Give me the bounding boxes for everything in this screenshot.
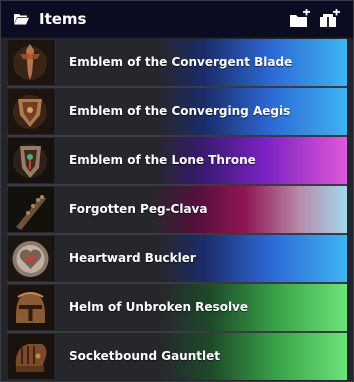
new-folder-button[interactable] [289, 9, 311, 29]
item-label: Helm of Unbroken Resolve [69, 300, 249, 314]
folder-plus-icon [290, 9, 310, 27]
list-item[interactable]: Emblem of the Converging Aegis [7, 88, 347, 137]
item-label: Heartward Buckler [69, 251, 196, 265]
folder-open-icon [14, 14, 29, 25]
list-item[interactable]: Emblem of the Lone Throne [7, 137, 347, 186]
shield-emblem-icon [8, 89, 54, 134]
sword-emblem-icon [8, 40, 54, 85]
heart-buckler-icon [8, 236, 54, 281]
item-label: Emblem of the Converging Aegis [69, 104, 291, 118]
new-item-button[interactable] [319, 9, 341, 29]
panel-header: Items [1, 1, 353, 38]
gauntlet-icon [8, 334, 54, 379]
item-plus-icon [320, 9, 340, 27]
throne-emblem-icon [8, 138, 54, 183]
helm-icon [8, 285, 54, 330]
list-item[interactable]: Heartward Buckler [7, 235, 347, 284]
panel-title: Items [39, 10, 87, 28]
item-label: Emblem of the Lone Throne [69, 153, 256, 167]
items-panel: Items Emblem of the Convergent Blade Emb… [0, 0, 354, 382]
list-item[interactable]: Helm of Unbroken Resolve [7, 284, 347, 333]
club-icon [8, 187, 54, 232]
item-label: Forgotten Peg-Clava [69, 202, 208, 216]
list-item[interactable]: Forgotten Peg-Clava [7, 186, 347, 235]
list-item[interactable]: Emblem of the Convergent Blade [7, 39, 347, 88]
item-label: Socketbound Gauntlet [69, 349, 220, 363]
list-item[interactable]: Socketbound Gauntlet [7, 333, 347, 380]
item-label: Emblem of the Convergent Blade [69, 55, 293, 69]
